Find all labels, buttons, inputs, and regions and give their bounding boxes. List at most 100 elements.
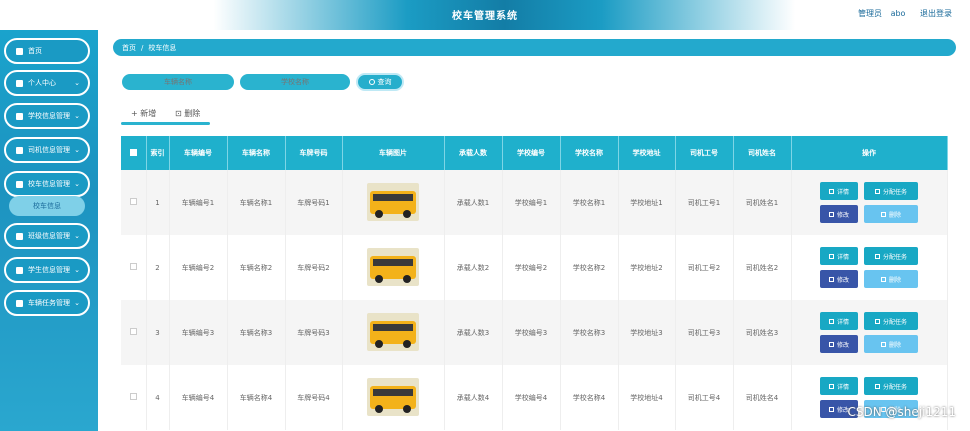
row-select-cell[interactable] xyxy=(121,300,147,365)
logout-link[interactable]: 退出登录 xyxy=(920,9,952,18)
top-bar: 校车管理系统 管理员 abo 退出登录 xyxy=(0,0,970,30)
sidebar-item-class[interactable]: 班级信息管理 ⌄ xyxy=(4,223,90,249)
assign-task-button[interactable]: 分配任务 xyxy=(864,377,918,395)
edit-button[interactable]: 修改 xyxy=(820,335,858,353)
cell-image xyxy=(342,235,445,300)
row-checkbox[interactable] xyxy=(129,328,137,335)
detail-label: 详情 xyxy=(836,318,849,326)
row-select-cell[interactable] xyxy=(121,235,147,300)
sidebar-item-home[interactable]: 首页 xyxy=(4,38,90,64)
sidebar-item-student[interactable]: 学生信息管理 ⌄ xyxy=(4,257,90,283)
cell-index: 3 xyxy=(146,300,170,365)
edit-button[interactable]: 修改 xyxy=(820,270,858,288)
column-header: 索引 xyxy=(146,136,170,170)
cell-actions: 详情 分配任务 修改 删除 xyxy=(791,365,948,430)
cell-school-name: 学校名称4 xyxy=(560,365,619,430)
sidebar-item-bus[interactable]: 校车信息管理 ⌄ xyxy=(4,171,90,197)
sidebar-item-label: 车辆任务管理 xyxy=(28,299,70,307)
cell-capacity: 承载人数4 xyxy=(444,365,503,430)
assign-icon xyxy=(874,318,880,324)
cell-driver-no: 司机工号3 xyxy=(675,300,734,365)
table-header-row: 索引 车辆编号 车辆名称 车牌号码 车辆图片 承载人数 学校编号 学校名称 学校… xyxy=(121,136,948,170)
chevron-down-icon: ⌄ xyxy=(74,180,80,188)
cell-capacity: 承载人数1 xyxy=(444,170,503,235)
sidebar-item-label: 校车信息管理 xyxy=(28,180,70,188)
assign-task-button[interactable]: 分配任务 xyxy=(864,247,918,265)
vehicle-name-input[interactable] xyxy=(122,74,234,90)
cell-actions: 详情 分配任务 修改 删除 xyxy=(791,170,948,235)
bus-table: 索引 车辆编号 车辆名称 车牌号码 车辆图片 承载人数 学校编号 学校名称 学校… xyxy=(121,136,948,430)
user-role: 管理员 xyxy=(858,9,883,18)
chevron-down-icon: ⌄ xyxy=(74,146,80,154)
edit-icon xyxy=(828,276,834,282)
school-name-input[interactable] xyxy=(240,74,350,90)
sidebar-subitem-bus-info[interactable]: 校车信息 xyxy=(9,196,85,216)
cell-plate: 车牌号码3 xyxy=(285,300,343,365)
remove-button[interactable]: 删除 xyxy=(864,270,918,288)
chevron-down-icon: ⌄ xyxy=(74,266,80,274)
cell-capacity: 承载人数3 xyxy=(444,300,503,365)
edit-label: 修改 xyxy=(836,341,849,349)
column-header: 学校地址 xyxy=(618,136,676,170)
detail-label: 详情 xyxy=(836,253,849,261)
remove-label: 删除 xyxy=(888,341,901,349)
sidebar-item-label: 学校信息管理 xyxy=(28,112,70,120)
cell-plate: 车牌号码2 xyxy=(285,235,343,300)
sidebar-item-task[interactable]: 车辆任务管理 ⌄ xyxy=(4,290,90,316)
grid-icon xyxy=(16,112,23,120)
detail-button[interactable]: 详情 xyxy=(820,312,858,330)
cell-vehicle-name: 车辆名称3 xyxy=(227,300,286,365)
select-all-header[interactable] xyxy=(121,136,147,170)
assign-label: 分配任务 xyxy=(882,383,907,391)
remove-button[interactable]: 删除 xyxy=(864,335,918,353)
cell-image xyxy=(342,170,445,235)
table-row: 1 车辆编号1 车辆名称1 车牌号码1 承载人数1 学校编号1 学校名称1 学校地址1 司机工号… xyxy=(121,170,948,235)
row-checkbox[interactable] xyxy=(129,393,137,400)
edit-button[interactable]: 修改 xyxy=(820,205,858,223)
cell-image xyxy=(342,365,445,430)
bus-icon xyxy=(16,180,23,188)
assign-task-button[interactable]: 分配任务 xyxy=(864,312,918,330)
cell-plate: 车牌号码4 xyxy=(285,365,343,430)
row-checkbox[interactable] xyxy=(129,263,137,270)
detail-button[interactable]: 详情 xyxy=(820,377,858,395)
cell-vehicle-no: 车辆编号2 xyxy=(169,235,228,300)
row-select-cell[interactable] xyxy=(121,365,147,430)
table-row: 3 车辆编号3 车辆名称3 车牌号码3 承载人数3 学校编号3 学校名称3 学校地址3 司机工号… xyxy=(121,300,948,365)
row-select-cell[interactable] xyxy=(121,170,147,235)
edit-icon xyxy=(828,341,834,347)
add-button[interactable]: + 新增 xyxy=(131,108,156,119)
cell-capacity: 承载人数2 xyxy=(444,235,503,300)
sidebar-item-label: 个人中心 xyxy=(28,79,56,87)
breadcrumb-current: 校车信息 xyxy=(148,43,177,52)
column-header: 车辆名称 xyxy=(227,136,286,170)
cell-image xyxy=(342,300,445,365)
sidebar-item-school[interactable]: 学校信息管理 ⌄ xyxy=(4,103,90,129)
detail-button[interactable]: 详情 xyxy=(820,247,858,265)
breadcrumb-home[interactable]: 首页 xyxy=(122,43,136,53)
chevron-down-icon: ⌄ xyxy=(74,299,80,307)
column-header: 承载人数 xyxy=(444,136,503,170)
cell-vehicle-name: 车辆名称2 xyxy=(227,235,286,300)
edit-icon xyxy=(828,406,834,412)
assign-icon xyxy=(874,188,880,194)
sidebar-item-profile[interactable]: 个人中心 ⌄ xyxy=(4,70,90,96)
sidebar-item-driver[interactable]: 司机信息管理 ⌄ xyxy=(4,137,90,163)
assign-label: 分配任务 xyxy=(882,318,907,326)
assign-task-button[interactable]: 分配任务 xyxy=(864,182,918,200)
cell-actions: 详情 分配任务修改 删除 xyxy=(791,300,948,365)
column-header: 学校名称 xyxy=(560,136,619,170)
row-checkbox[interactable] xyxy=(129,198,137,205)
detail-button[interactable]: 详情 xyxy=(820,182,858,200)
cell-school-addr: 学校地址1 xyxy=(618,170,676,235)
remove-button[interactable]: 删除 xyxy=(864,205,918,223)
cell-school-name: 学校名称1 xyxy=(560,170,619,235)
chevron-down-icon: ⌄ xyxy=(74,232,80,240)
cell-driver-no: 司机工号4 xyxy=(675,365,734,430)
delete-button[interactable]: ⊡ 删除 xyxy=(175,108,200,119)
search-button[interactable]: 查询 xyxy=(356,73,404,91)
search-button-label: 查询 xyxy=(377,78,392,86)
remove-label: 删除 xyxy=(888,276,901,284)
select-all-checkbox[interactable] xyxy=(129,148,137,156)
trash-icon xyxy=(880,211,886,217)
